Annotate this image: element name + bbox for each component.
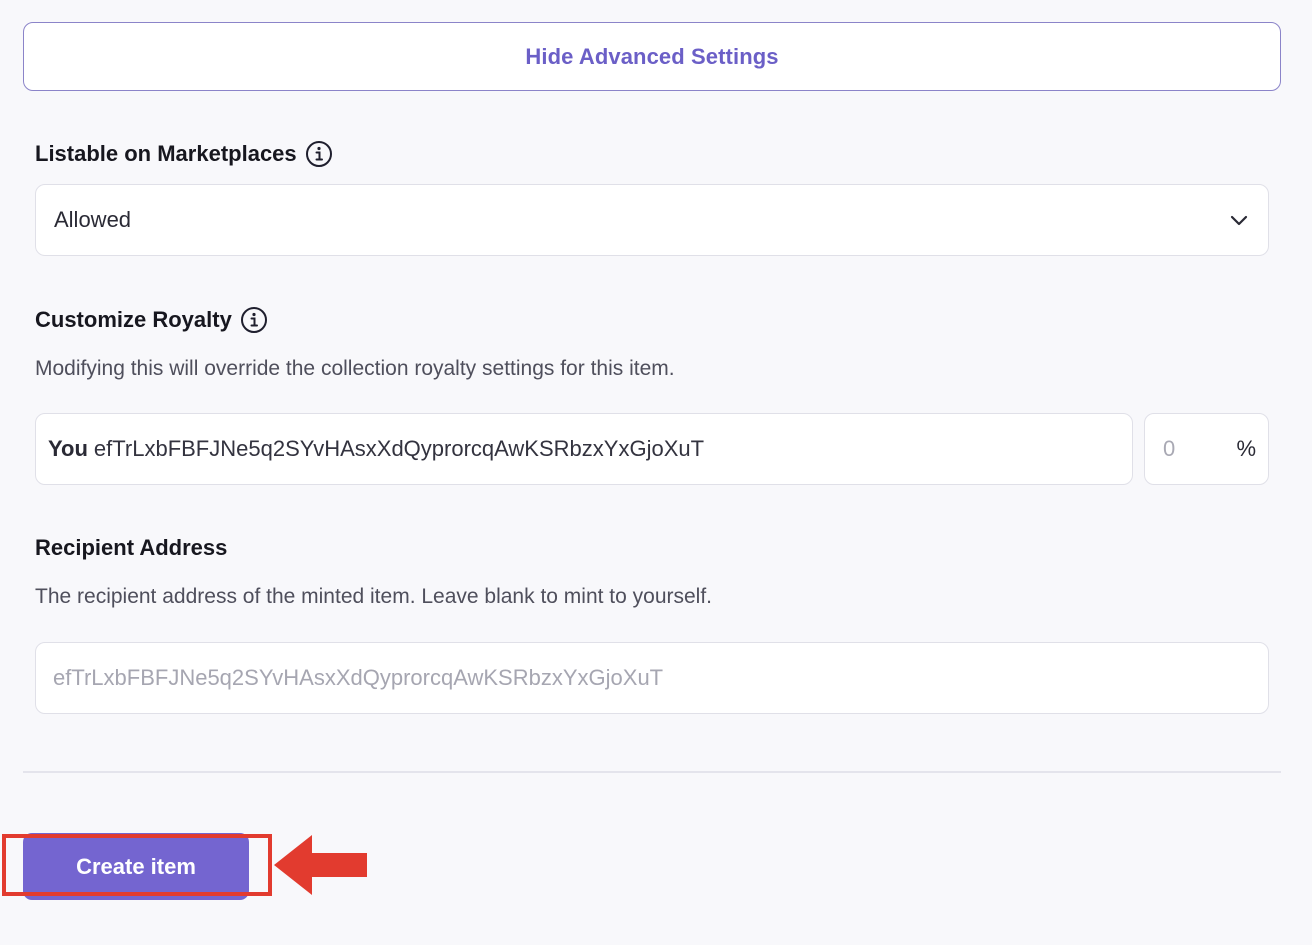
advanced-settings-panel: Hide Advanced Settings Listable on Marke… <box>0 0 1312 945</box>
recipient-label: Recipient Address <box>35 535 228 560</box>
recipient-label-row: Recipient Address <box>35 535 227 561</box>
royalty-label: Customize Royalty <box>35 307 232 332</box>
info-circle-icon[interactable] <box>305 140 333 168</box>
royalty-label-row: Customize Royalty <box>35 306 268 334</box>
section-divider <box>23 771 1281 773</box>
hide-advanced-settings-label: Hide Advanced Settings <box>525 43 779 69</box>
arrow-left-icon <box>272 833 368 897</box>
listable-label-row: Listable on Marketplaces <box>35 140 333 168</box>
hide-advanced-settings-button[interactable]: Hide Advanced Settings <box>23 22 1281 91</box>
royalty-percent-input[interactable] <box>1163 436 1223 462</box>
recipient-help-text: The recipient address of the minted item… <box>35 585 713 608</box>
royalty-percent-field: % <box>1144 413 1269 485</box>
royalty-recipient-field: You efTrLxbFBFJNe5q2SYvHAsxXdQyprorcqAwK… <box>35 413 1133 485</box>
listable-selected-value: Allowed <box>54 207 132 232</box>
create-item-label: Create item <box>76 853 196 879</box>
listable-label: Listable on Marketplaces <box>35 141 297 166</box>
royalty-help-text: Modifying this will override the collect… <box>35 357 675 380</box>
recipient-address-input[interactable] <box>35 642 1269 714</box>
royalty-address-value: efTrLxbFBFJNe5q2SYvHAsxXdQyprorcqAwKSRbz… <box>93 436 705 461</box>
info-circle-icon[interactable] <box>240 306 268 334</box>
chevron-down-icon <box>1228 209 1250 231</box>
percent-sign: % <box>1236 436 1256 461</box>
create-item-button[interactable]: Create item <box>23 833 249 900</box>
listable-select[interactable]: Allowed <box>35 184 1269 256</box>
royalty-you-label: You <box>48 436 88 461</box>
